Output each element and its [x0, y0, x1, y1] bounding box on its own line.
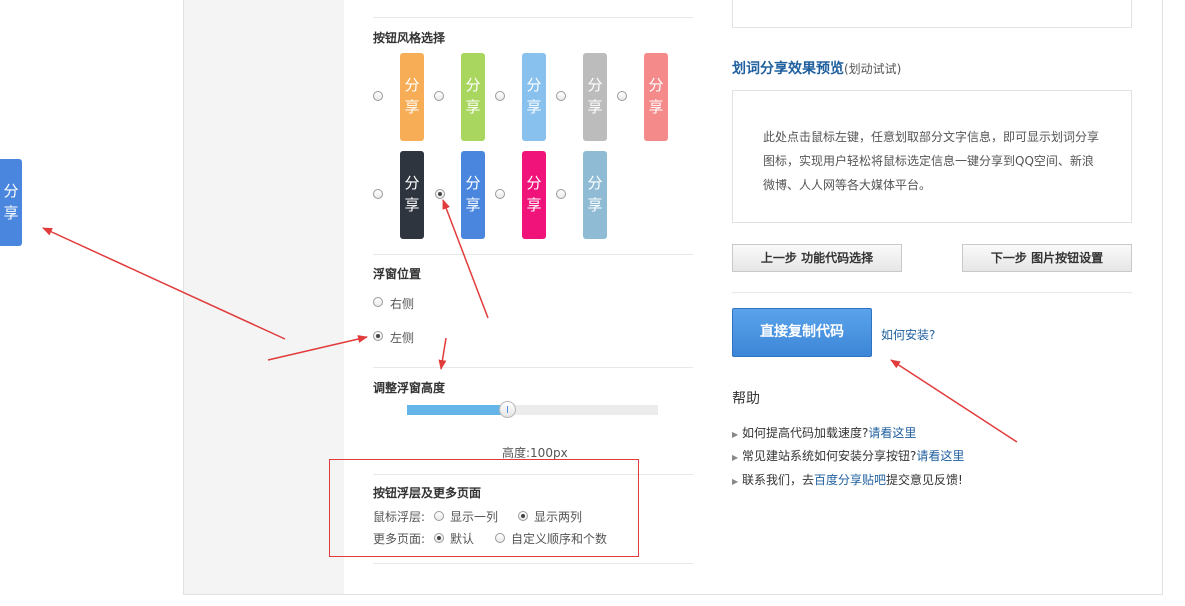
position-right-radio[interactable]: [373, 297, 383, 307]
share-style-swatch-lightblue[interactable]: 分享: [522, 53, 546, 141]
position-right-label: 右侧: [390, 297, 415, 311]
swatch-char: 分: [404, 174, 420, 192]
share-style-swatch-green[interactable]: 分享: [461, 53, 485, 141]
float-position-title: 浮窗位置: [373, 267, 422, 281]
divider: [373, 17, 693, 18]
style-radio-4[interactable]: [556, 91, 566, 101]
position-left-radio-selected[interactable]: [373, 331, 383, 341]
height-slider-fill: [407, 405, 508, 415]
share-style-swatch-gray[interactable]: 分享: [583, 53, 607, 141]
top-code-box: [732, 0, 1132, 28]
annotation-highlight-box: [329, 459, 639, 557]
swatch-char: 享: [465, 196, 481, 214]
share-style-swatch-pink[interactable]: 分享: [644, 53, 668, 141]
share-style-swatch-magenta[interactable]: 分享: [522, 151, 546, 239]
preview-title: 划词分享效果预览: [732, 61, 844, 77]
help-text: 常见建站系统如何安装分享按钮?: [741, 449, 917, 463]
swatch-char: 享: [526, 196, 542, 214]
style-radio-3[interactable]: [495, 91, 505, 101]
left-gray-column: [183, 0, 344, 594]
triangle-right-icon: ▶: [732, 453, 739, 462]
swatch-char: 享: [648, 98, 664, 116]
preview-line: 微博、人人网等各大媒体平台。: [763, 178, 932, 192]
swatch-char: 分: [526, 76, 542, 94]
style-radio-2[interactable]: [434, 91, 444, 101]
swatch-char: 分: [587, 76, 603, 94]
frame-right-border: [1162, 0, 1163, 594]
swatch-char: 分: [465, 76, 481, 94]
floating-share-char: 分: [3, 182, 19, 200]
swatch-char: 享: [587, 98, 603, 116]
swatch-char: 分: [526, 174, 542, 192]
style-radio-1[interactable]: [373, 91, 383, 101]
help-link[interactable]: 请看这里: [916, 449, 964, 463]
swatch-char: 享: [404, 98, 420, 116]
swatch-char: 享: [465, 98, 481, 116]
help-text: 联系我们，去: [741, 473, 814, 487]
swatch-char: 分: [404, 76, 420, 94]
preview-line: 此处点击鼠标左键，任意划取部分文字信息，即可显示划词分享: [763, 130, 1100, 144]
help-item: ▶ 常见建站系统如何安装分享按钮?请看这里: [732, 447, 964, 464]
floating-share-char: 享: [3, 204, 19, 222]
preview-area[interactable]: 此处点击鼠标左键，任意划取部分文字信息，即可显示划词分享 图标，实现用户轻松将鼠…: [732, 90, 1132, 223]
floating-share-tab[interactable]: 分 享: [0, 159, 22, 246]
swatch-char: 分: [648, 76, 664, 94]
share-style-swatch-orange[interactable]: 分享: [400, 53, 424, 141]
swatch-char: 分: [465, 174, 481, 192]
swatch-char: 分: [587, 174, 603, 192]
divider: [373, 367, 693, 368]
frame-bottom-border: [183, 594, 1163, 595]
help-link[interactable]: 请看这里: [868, 426, 916, 440]
height-slider-handle[interactable]: [499, 401, 517, 418]
share-style-swatch-dark[interactable]: 分享: [400, 151, 424, 239]
arrow-to-height-title: [438, 337, 447, 370]
position-left-label: 左侧: [390, 331, 415, 345]
swatch-char: 享: [404, 196, 420, 214]
help-text: 如何提高代码加载速度?: [741, 426, 869, 440]
share-style-swatch-blue[interactable]: 分享: [461, 151, 485, 239]
swatch-char: 享: [526, 98, 542, 116]
help-suffix: 提交意见反馈!: [886, 473, 963, 487]
button-style-title: 按钮风格选择: [373, 31, 446, 45]
divider: [373, 254, 693, 255]
triangle-right-icon: ▶: [732, 477, 739, 486]
how-to-install-link[interactable]: 如何安装?: [881, 326, 935, 343]
style-radio-7-selected[interactable]: [435, 189, 445, 199]
triangle-right-icon: ▶: [732, 430, 739, 439]
style-radio-8[interactable]: [495, 189, 505, 199]
style-radio-6[interactable]: [373, 189, 383, 199]
style-radio-9[interactable]: [556, 189, 566, 199]
float-height-title: 调整浮窗高度: [373, 381, 446, 395]
help-link[interactable]: 百度分享贴吧: [814, 473, 886, 487]
help-title: 帮助: [732, 391, 760, 407]
preview-line: 图标，实现用户轻松将鼠标选定信息一键分享到QQ空间、新浪: [763, 154, 1094, 168]
share-style-swatch-steelblue[interactable]: 分享: [583, 151, 607, 239]
swatch-char: 享: [587, 196, 603, 214]
divider: [732, 292, 1132, 293]
preview-subtitle: (划动试试): [844, 62, 902, 76]
preview-heading: 划词分享效果预览(划动试试): [732, 58, 901, 78]
help-item: ▶ 联系我们，去百度分享贴吧提交意见反馈!: [732, 471, 963, 488]
help-item: ▶ 如何提高代码加载速度?请看这里: [732, 424, 916, 441]
next-step-button[interactable]: 下一步 图片按钮设置: [962, 244, 1132, 272]
prev-step-button[interactable]: 上一步 功能代码选择: [732, 244, 902, 272]
copy-code-button[interactable]: 直接复制代码: [732, 308, 872, 357]
style-radio-5[interactable]: [617, 91, 627, 101]
divider: [373, 563, 693, 564]
